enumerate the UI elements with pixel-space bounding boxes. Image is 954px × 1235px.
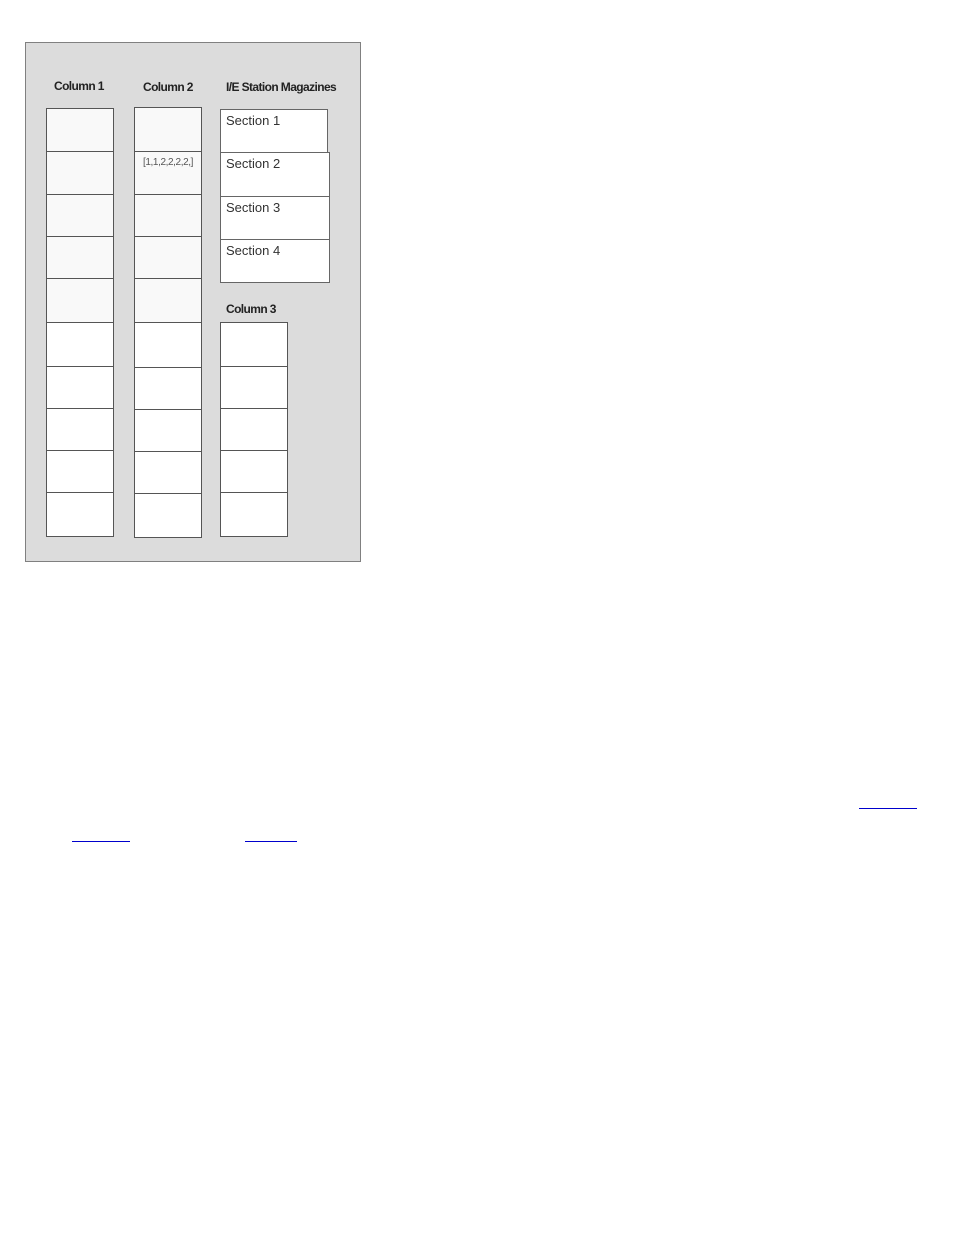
column-1-slot[interactable] — [46, 492, 114, 537]
magazine-sections: Section 1 Section 2 Section 3 Section 4 — [220, 109, 330, 283]
column-2-slot[interactable] — [134, 493, 202, 538]
column-1-slot[interactable] — [46, 236, 114, 279]
column-3-slot[interactable] — [220, 450, 288, 493]
column-2-slot[interactable] — [134, 194, 202, 237]
column-1-slot[interactable] — [46, 366, 114, 409]
list-item — [72, 758, 954, 802]
list-item — [72, 664, 954, 690]
magazine-section-4[interactable]: Section 4 — [220, 239, 330, 283]
magazines-header: I/E Station Magazines — [226, 80, 337, 94]
column-3-slot[interactable] — [220, 492, 288, 537]
column-3-stack — [220, 322, 288, 537]
column-1-header: Column 1 — [54, 79, 104, 93]
column-1-slot[interactable] — [46, 151, 114, 195]
notes-list — [30, 664, 954, 846]
list-item — [72, 690, 954, 715]
column-2-header: Column 2 — [143, 80, 193, 94]
list-item — [72, 802, 954, 846]
column-2-slot[interactable] — [134, 451, 202, 494]
column-3-slot[interactable] — [220, 322, 288, 367]
magazine-section-1[interactable]: Section 1 — [220, 109, 328, 153]
list-item — [72, 715, 954, 758]
column-2-slot[interactable] — [134, 278, 202, 323]
magazine-layout-diagram: Column 1 Column 2 I/E Station Magazines … — [25, 42, 361, 562]
column-1-slot[interactable] — [46, 408, 114, 451]
column-3-header: Column 3 — [226, 302, 276, 316]
column-2-slot[interactable] — [134, 367, 202, 410]
reference-link-1[interactable] — [859, 808, 917, 809]
column-2-slot[interactable]: [1,1,2,2,2,2,] — [134, 151, 202, 195]
column-2-slot[interactable] — [134, 107, 202, 152]
column-3-slot[interactable] — [220, 408, 288, 451]
reference-link-3[interactable] — [245, 841, 297, 842]
column-1-stack — [46, 108, 114, 537]
column-2-slot[interactable] — [134, 322, 202, 368]
magazine-section-2[interactable]: Section 2 — [220, 152, 330, 197]
column-1-slot[interactable] — [46, 450, 114, 493]
column-1-slot[interactable] — [46, 108, 114, 152]
column-1-slot[interactable] — [46, 278, 114, 323]
column-2-slot[interactable] — [134, 409, 202, 452]
magazine-section-3[interactable]: Section 3 — [220, 196, 330, 240]
column-1-slot[interactable] — [46, 322, 114, 367]
reference-link-2[interactable] — [72, 841, 130, 842]
column-1-slot[interactable] — [46, 194, 114, 237]
column-3-slot[interactable] — [220, 366, 288, 409]
column-2-slot[interactable] — [134, 236, 202, 279]
column-2-stack: [1,1,2,2,2,2,] — [134, 107, 202, 538]
